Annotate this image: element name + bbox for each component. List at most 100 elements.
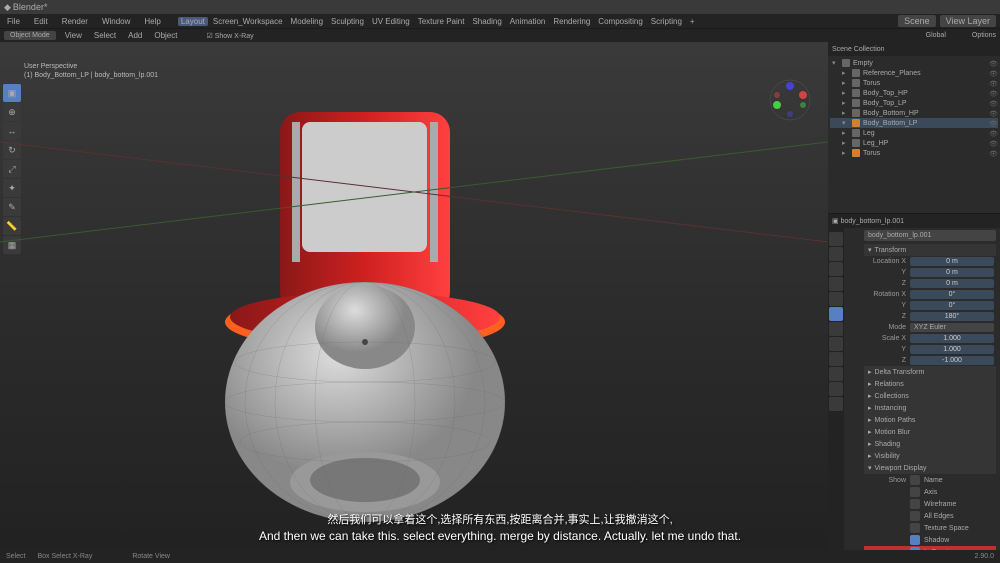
visibility-icon[interactable]: 👁 (989, 60, 996, 67)
location-z[interactable]: 0 m (910, 279, 994, 288)
visibility-icon[interactable]: 👁 (989, 100, 996, 107)
scale-y[interactable]: 1.000 (910, 345, 994, 354)
tab-render[interactable] (829, 232, 843, 246)
tool-measure[interactable]: 📏 (3, 217, 21, 235)
section-transform[interactable]: ▾ Transform (864, 244, 996, 256)
tree-item[interactable]: ▸Leg_HP👁 (830, 138, 998, 148)
workspace-tabs: Layout Screen_Workspace Modeling Sculpti… (178, 17, 698, 26)
show-alledges[interactable] (910, 511, 920, 521)
section-viewport-display[interactable]: ▾ Viewport Display (864, 462, 996, 474)
tab-scene[interactable] (829, 277, 843, 291)
visibility-icon[interactable]: 👁 (989, 140, 996, 147)
viewport-info: User Perspective (1) Body_Bottom_LP | bo… (24, 62, 158, 80)
tree-item[interactable]: ▾Empty👁 (830, 58, 998, 68)
workspace-add[interactable]: + (687, 17, 698, 26)
visibility-icon[interactable]: 👁 (989, 80, 996, 87)
scale-z[interactable]: -1.000 (910, 356, 994, 365)
visibility-icon[interactable]: 👁 (989, 70, 996, 77)
location-y[interactable]: 0 m (910, 268, 994, 277)
show-axis[interactable] (910, 487, 920, 497)
menu-help[interactable]: Help (141, 17, 163, 26)
workspace-scripting[interactable]: Scripting (648, 17, 685, 26)
workspace-animation[interactable]: Animation (507, 17, 549, 26)
tool-annotate[interactable]: ✎ (3, 198, 21, 216)
show-texturespace[interactable] (910, 523, 920, 533)
tool-rotate[interactable]: ↻ (3, 141, 21, 159)
mode-selector[interactable]: Object Mode (4, 31, 56, 40)
visibility-icon[interactable]: 👁 (989, 120, 996, 127)
tool-move[interactable]: ↔ (3, 122, 21, 140)
navigation-gizmo[interactable] (768, 78, 812, 122)
tab-material[interactable] (829, 397, 843, 411)
tool-transform[interactable]: ✦ (3, 179, 21, 197)
tab-particles[interactable] (829, 337, 843, 351)
rotation-x[interactable]: 0° (910, 290, 994, 299)
workspace-rendering[interactable]: Rendering (550, 17, 593, 26)
section-delta[interactable]: ▸ Delta Transform (864, 366, 996, 378)
show-name[interactable] (910, 475, 920, 485)
transform-orientation[interactable]: Global (926, 32, 946, 39)
outliner-title: Scene Collection (832, 46, 885, 53)
show-xray-toggle[interactable]: ☑ Show X-Ray (206, 32, 253, 40)
tab-modifier[interactable] (829, 322, 843, 336)
tool-scale[interactable]: ⤢ (3, 160, 21, 178)
workspace-sculpting[interactable]: Sculpting (328, 17, 367, 26)
tab-world[interactable] (829, 292, 843, 306)
scale-x[interactable]: 1.000 (910, 334, 994, 343)
menu-file[interactable]: File (4, 17, 23, 26)
section-instancing[interactable]: ▸ Instancing (864, 402, 996, 414)
scene-selector[interactable]: Scene (898, 15, 936, 27)
location-x[interactable]: 0 m (910, 257, 994, 266)
tab-output[interactable] (829, 247, 843, 261)
tree-item[interactable]: ▸Body_Bottom_HP👁 (830, 108, 998, 118)
rotation-mode[interactable]: XYZ Euler (910, 323, 994, 332)
tree-item[interactable]: ▸Leg👁 (830, 128, 998, 138)
tool-cursor[interactable]: ⊕ (3, 103, 21, 121)
tool-select[interactable]: ▣ (3, 84, 21, 102)
visibility-icon[interactable]: 👁 (989, 90, 996, 97)
tab-viewlayer[interactable] (829, 262, 843, 276)
rotation-y[interactable]: 0° (910, 301, 994, 310)
section-shading[interactable]: ▸ Shading (864, 438, 996, 450)
tree-item[interactable]: ▸Body_Top_HP👁 (830, 88, 998, 98)
tree-item[interactable]: ▸Body_Top_LP👁 (830, 98, 998, 108)
select-menu[interactable]: Select (91, 31, 119, 40)
workspace-shading[interactable]: Shading (469, 17, 504, 26)
add-menu[interactable]: Add (125, 31, 145, 40)
menu-window[interactable]: Window (99, 17, 133, 26)
workspace-modeling[interactable]: Modeling (288, 17, 326, 26)
tool-addcube[interactable]: ▦ (3, 236, 21, 254)
section-visibility[interactable]: ▸ Visibility (864, 450, 996, 462)
section-motionpaths[interactable]: ▸ Motion Paths (864, 414, 996, 426)
tab-constraint[interactable] (829, 367, 843, 381)
show-shadow[interactable] (910, 535, 920, 545)
menu-render[interactable]: Render (59, 17, 91, 26)
tree-item-selected[interactable]: ▾Body_Bottom_LP👁 (830, 118, 998, 128)
section-collections[interactable]: ▸ Collections (864, 390, 996, 402)
tree-item[interactable]: ▸Torus👁 (830, 78, 998, 88)
tab-object[interactable] (829, 307, 843, 321)
tree-item[interactable]: ▸Reference_Planes👁 (830, 68, 998, 78)
workspace-texturepaint[interactable]: Texture Paint (415, 17, 468, 26)
visibility-icon[interactable]: 👁 (989, 110, 996, 117)
options-button[interactable]: Options (972, 32, 996, 39)
section-motionblur[interactable]: ▸ Motion Blur (864, 426, 996, 438)
tree-item[interactable]: ▸Torus👁 (830, 148, 998, 158)
menu-edit[interactable]: Edit (31, 17, 51, 26)
workspace-uvediting[interactable]: UV Editing (369, 17, 413, 26)
visibility-icon[interactable]: 👁 (989, 130, 996, 137)
tab-data[interactable] (829, 382, 843, 396)
viewlayer-selector[interactable]: View Layer (940, 15, 996, 27)
section-relations[interactable]: ▸ Relations (864, 378, 996, 390)
workspace-compositing[interactable]: Compositing (595, 17, 645, 26)
workspace-layout[interactable]: Layout (178, 17, 208, 26)
object-name-field[interactable]: body_bottom_lp.001 (864, 230, 996, 241)
show-wireframe[interactable] (910, 499, 920, 509)
object-menu[interactable]: Object (151, 31, 180, 40)
tab-physics[interactable] (829, 352, 843, 366)
viewport[interactable]: User Perspective (1) Body_Bottom_LP | bo… (0, 42, 828, 550)
rotation-z[interactable]: 180° (910, 312, 994, 321)
workspace-screen[interactable]: Screen_Workspace (210, 17, 286, 26)
visibility-icon[interactable]: 👁 (989, 150, 996, 157)
view-menu[interactable]: View (62, 31, 85, 40)
